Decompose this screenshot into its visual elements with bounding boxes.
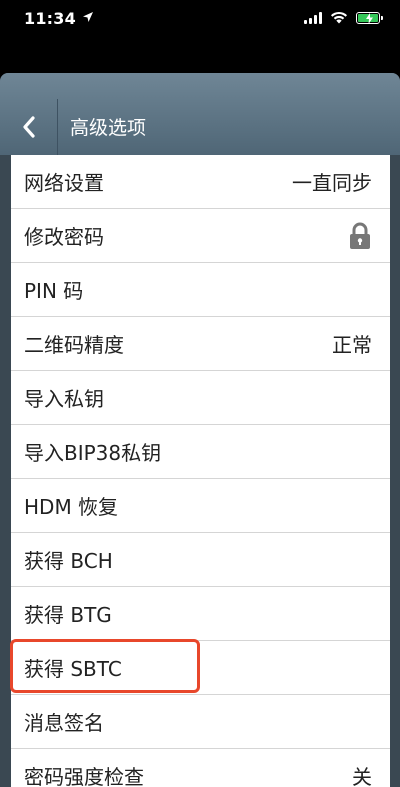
setting-pin[interactable]: PIN 码 xyxy=(11,263,390,317)
setting-label: PIN 码 xyxy=(24,279,84,303)
page-title: 高级选项 xyxy=(70,117,147,139)
setting-label: 消息签名 xyxy=(24,711,104,735)
setting-value: 关 xyxy=(352,765,372,787)
setting-qr-precision[interactable]: 二维码精度 正常 xyxy=(11,317,390,371)
setting-get-bch[interactable]: 获得 BCH xyxy=(11,533,390,587)
setting-label: 网络设置 xyxy=(24,171,104,195)
setting-label: 修改密码 xyxy=(24,225,104,249)
wifi-icon xyxy=(331,11,347,24)
advanced-options-sheet: 高级选项 网络设置 一直同步 修改密码 PIN 码 二维码精度 正常 导入私钥 xyxy=(0,73,400,787)
setting-label: 获得 SBTC xyxy=(24,657,122,681)
setting-label: HDM 恢复 xyxy=(24,495,119,519)
setting-import-bip38[interactable]: 导入BIP38私钥 xyxy=(11,425,390,479)
charging-bolt-icon xyxy=(366,12,373,24)
setting-value: 一直同步 xyxy=(292,171,372,195)
setting-password-strength[interactable]: 密码强度检查 关 xyxy=(11,749,390,787)
cellular-signal-icon xyxy=(304,11,322,24)
setting-message-sign[interactable]: 消息签名 xyxy=(11,695,390,749)
battery-icon xyxy=(356,11,383,24)
setting-get-sbtc[interactable]: 获得 SBTC xyxy=(11,641,390,695)
setting-value: 正常 xyxy=(332,333,372,357)
setting-label: 获得 BTG xyxy=(24,603,112,627)
status-indicators xyxy=(304,11,383,24)
setting-network[interactable]: 网络设置 一直同步 xyxy=(11,155,390,209)
settings-list: 网络设置 一直同步 修改密码 PIN 码 二维码精度 正常 导入私钥 导入BIP… xyxy=(11,155,390,787)
setting-import-private-key[interactable]: 导入私钥 xyxy=(11,371,390,425)
lock-icon xyxy=(350,222,370,249)
setting-label: 密码强度检查 xyxy=(24,765,144,787)
location-arrow-icon xyxy=(83,12,93,22)
setting-label: 二维码精度 xyxy=(24,333,124,357)
status-bar: 11:34 xyxy=(0,0,400,40)
setting-hdm-recovery[interactable]: HDM 恢复 xyxy=(11,479,390,533)
back-button[interactable] xyxy=(0,99,58,155)
chevron-left-icon xyxy=(22,116,35,138)
setting-label: 获得 BCH xyxy=(24,549,113,573)
setting-change-password[interactable]: 修改密码 xyxy=(11,209,390,263)
setting-label: 导入BIP38私钥 xyxy=(24,441,162,465)
status-time: 11:34 xyxy=(24,9,76,28)
nav-bar: 高级选项 xyxy=(0,73,400,155)
setting-get-btg[interactable]: 获得 BTG xyxy=(11,587,390,641)
setting-label: 导入私钥 xyxy=(24,387,104,411)
